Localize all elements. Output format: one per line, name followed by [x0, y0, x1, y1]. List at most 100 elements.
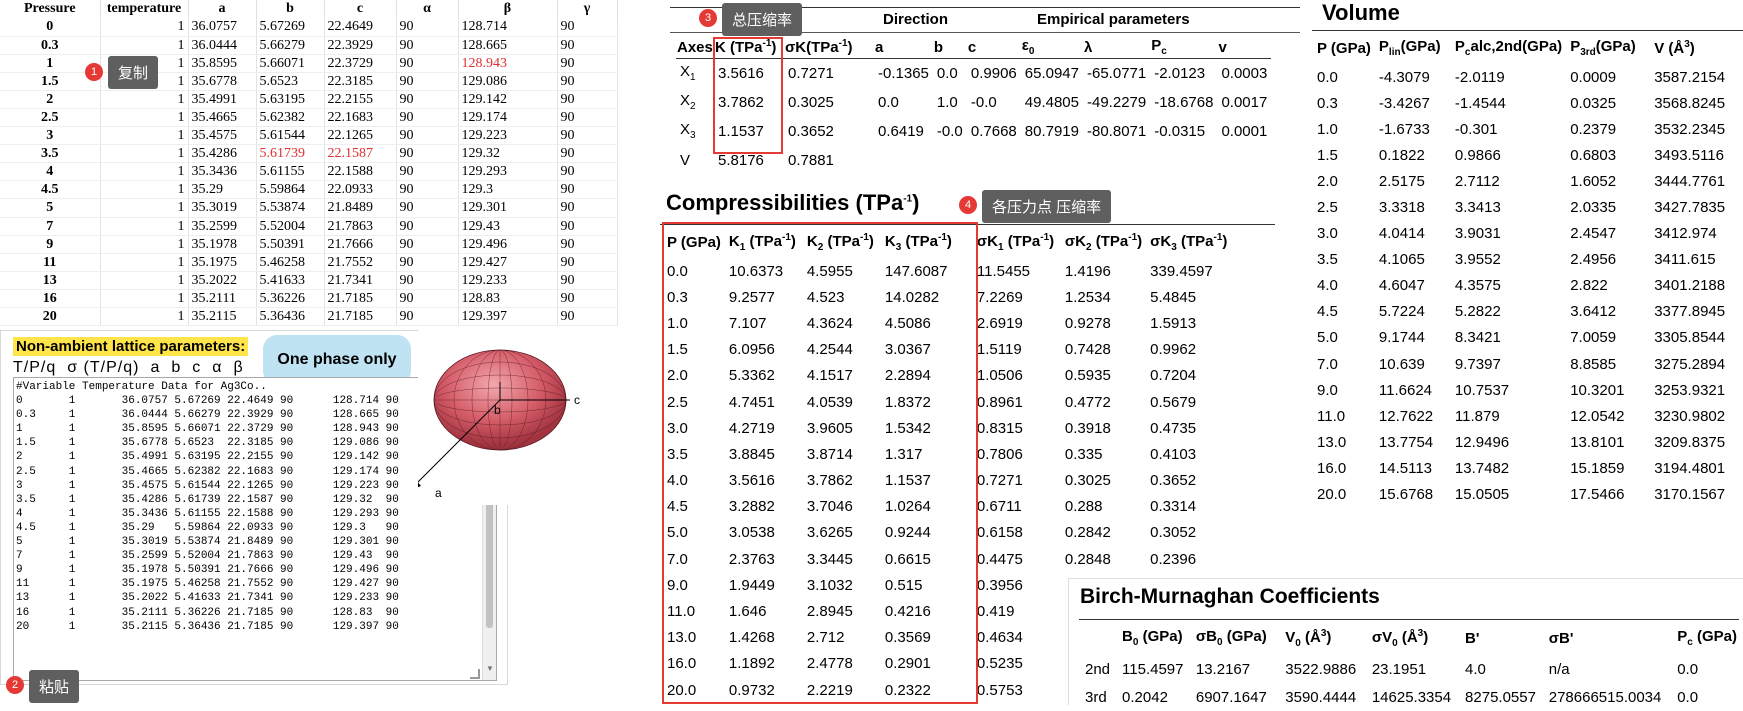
principal-cell: -0.0315 [1154, 122, 1206, 140]
sheet-cell: 35.29 [188, 180, 257, 200]
sheet-row[interactable]: 4.5 1 35.29 5.59864 22.0933 90 129.3 90 [0, 180, 618, 200]
birch-row: 3rd 0.2042 6907.1647 3590.4444 14625.3354 827… [1079, 683, 1743, 711]
ellipsoid-svg: c b [409, 349, 580, 491]
volume-cell: 4.3575 [1454, 277, 1501, 295]
sheet-cell: 22.1587 [324, 144, 397, 164]
compress-cell: 0.2848 [1064, 550, 1111, 568]
volume-cell: 0.2379 [1570, 120, 1617, 138]
sheet-cell: 1 [100, 90, 189, 109]
principal-cell: 0.0 [936, 64, 958, 82]
resize-handle-icon[interactable] [470, 669, 480, 679]
empirical-group-label: Empirical parameters [1037, 11, 1190, 28]
sheet-cell: 90 [557, 18, 618, 37]
volume-cell: 9.1744 [1378, 329, 1425, 347]
volume-cell: 3.0 [1317, 225, 1338, 243]
principal-header-cell: Axes [677, 38, 713, 56]
sheet-row[interactable]: 2.5 1 35.4665 5.62382 22.1683 90 129.174 90 [0, 108, 618, 128]
principal-cell [1150, 146, 1217, 175]
annotation-paste-label: 粘贴 [29, 670, 80, 703]
sheet-row[interactable]: 0 1 36.0757 5.67269 22.4649 90 128.714 90 [0, 18, 618, 37]
sheet-cell: 5.61739 [256, 144, 325, 164]
compress-cell: 11.5455 [976, 262, 1031, 280]
sheet-row[interactable]: 2 1 35.4991 5.63195 22.2155 90 129.142 90 [0, 90, 618, 109]
non-ambient-column-labels: T/P/q σ (T/P/q) a b c α β [13, 359, 255, 377]
sheet-cell: 1 [100, 289, 189, 309]
sheet-cell: 1 [100, 253, 189, 272]
sheet-header-cell: b [256, 0, 325, 18]
volume-cell: 0.9866 [1454, 146, 1501, 164]
birch-cell: 0.0 [1677, 688, 1699, 706]
sheet-cell: 16 [0, 289, 101, 309]
volume-cell: 3194.4801 [1654, 459, 1726, 477]
birch-cell: 14625.3354 [1371, 688, 1452, 706]
sheet-cell: 129.32 [458, 144, 558, 164]
principal-cell: -80.8071 [1087, 122, 1147, 140]
sheet-cell: 5 [0, 198, 101, 218]
sheet-cell: 129.174 [458, 108, 558, 128]
volume-cell: 0.6803 [1570, 146, 1617, 164]
sheet-row[interactable]: 13 1 35.2022 5.41633 21.7341 90 129.233 90 [0, 271, 618, 290]
sheet-cell: 35.4665 [188, 108, 257, 128]
principal-header-cell: v [1218, 38, 1227, 56]
sheet-cell: 22.0933 [324, 180, 397, 200]
sheet-row[interactable]: 9 1 35.1978 5.50391 21.7666 90 129.496 90 [0, 235, 618, 254]
birch-cell: 115.4597 [1122, 660, 1184, 678]
principal-header-cell: b [933, 38, 944, 56]
volume-cell: 3427.7835 [1654, 199, 1726, 217]
sheet-row[interactable]: 4 1 35.3436 5.61155 22.1588 90 129.293 90 [0, 162, 618, 182]
principal-header-cell: c [967, 38, 977, 56]
sheet-cell: 21.7666 [324, 235, 397, 254]
sheet-cell: 1 [100, 217, 189, 236]
textarea-content[interactable]: #Variable Temperature Data for Ag3Co.. 0… [16, 380, 399, 634]
sheet-row[interactable]: 20 1 35.2115 5.36436 21.7185 90 129.397 90 [0, 307, 618, 327]
sheet-cell: 90 [557, 180, 618, 200]
compress-cell: 0.4475 [976, 550, 1023, 568]
sheet-cell: 4 [0, 162, 101, 182]
sheet-cell: 90 [396, 217, 459, 236]
volume-cell: 0.1822 [1378, 146, 1425, 164]
sheet-cell: 1 [100, 126, 189, 146]
sheet-row[interactable]: 3.5 1 35.4286 5.61739 22.1587 90 129.32 90 [0, 144, 618, 164]
sheet-cell: 35.4286 [188, 144, 257, 164]
sheet-cell: 5.36226 [256, 289, 325, 309]
sheet-row[interactable]: 0.3 1 36.0444 5.66279 22.3929 90 128.665 90 [0, 36, 618, 55]
sheet-row[interactable]: 11 1 35.1975 5.46258 21.7552 90 129.427 90 [0, 253, 618, 272]
scroll-down-icon[interactable]: ▼ [486, 664, 494, 673]
compress-cell: 0.335 [1064, 445, 1103, 463]
volume-cell: -1.4544 [1454, 94, 1506, 112]
sheet-cell: 90 [396, 235, 459, 254]
sheet-cell: 90 [557, 36, 618, 55]
annotation-4-badge: 4 [959, 196, 977, 214]
sheet-cell: 5.66071 [256, 54, 325, 73]
volume-row: 1.5 0.1822 0.9866 0.6803 3493.5116 [1313, 142, 1730, 168]
compressibility-indicatrix: c b [409, 330, 663, 505]
volume-cell: 4.6047 [1378, 277, 1425, 295]
sheet-row[interactable]: 3 1 35.4575 5.61544 22.1265 90 129.223 90 [0, 126, 618, 146]
sheet-cell: 90 [396, 54, 459, 73]
sheet-header-cell: c [324, 0, 397, 18]
total-compressibility-highlight [713, 37, 783, 154]
volume-row: 2.5 3.3318 3.3413 2.0335 3427.7835 [1313, 194, 1730, 220]
sheet-cell: 5.50391 [256, 235, 325, 254]
volume-title: Volume [1322, 0, 1400, 25]
sheet-cell: 90 [396, 72, 459, 91]
compress-cell: 0.7204 [1150, 367, 1197, 385]
volume-row: 13.0 13.7754 12.9496 13.8101 3209.8375 [1313, 429, 1730, 455]
birch-cell: 3590.4444 [1285, 688, 1357, 706]
volume-cell: 3.9031 [1454, 225, 1501, 243]
sheet-cell: 90 [557, 271, 618, 290]
sheet-row[interactable]: 7 1 35.2599 5.52004 21.7863 90 129.43 90 [0, 217, 618, 236]
principal-cell: X3 [680, 121, 696, 141]
non-ambient-column-label: T/P/q [13, 359, 57, 376]
sheet-cell: 129.397 [458, 307, 558, 327]
principal-header-cell: λ [1084, 38, 1093, 56]
volume-cell: 3.6412 [1570, 303, 1617, 321]
birch-header-cell: B' [1465, 629, 1480, 647]
principal-header-cell: σK(TPa-1) [785, 38, 853, 56]
sheet-row[interactable]: 5 1 35.3019 5.53874 21.8489 90 129.301 90 [0, 198, 618, 218]
principal-header-cell: ε0 [1021, 37, 1035, 57]
volume-cell: 3253.9321 [1654, 381, 1726, 399]
sheet-cell: 22.2155 [324, 90, 397, 109]
sheet-row[interactable]: 16 1 35.2111 5.36226 21.7185 90 128.83 90 [0, 289, 618, 309]
compress-cell: 0.5235 [976, 655, 1023, 673]
